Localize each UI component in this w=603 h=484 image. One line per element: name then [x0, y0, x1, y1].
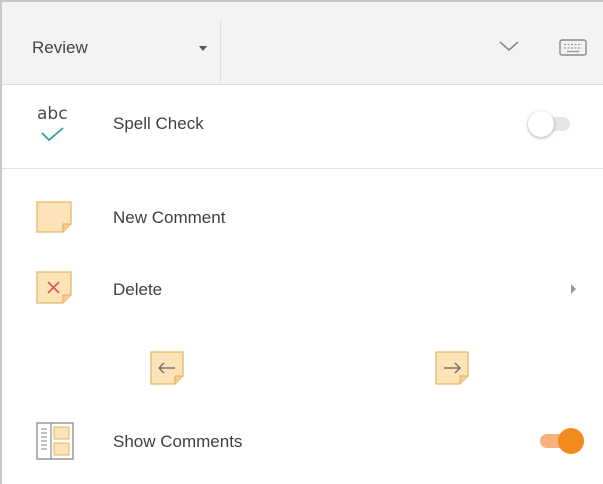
delete-comment-row[interactable]: Delete — [2, 260, 603, 316]
keyboard-icon — [559, 39, 587, 56]
previous-comment-icon — [150, 351, 184, 385]
new-comment-row[interactable]: New Comment — [2, 190, 603, 246]
spell-check-toggle[interactable] — [528, 111, 574, 137]
previous-comment-button[interactable] — [149, 350, 185, 386]
ribbon-header: Review — [2, 2, 603, 85]
chevron-down-icon — [499, 41, 519, 52]
next-comment-button[interactable] — [434, 350, 470, 386]
chevron-right-icon — [571, 284, 576, 294]
spell-check-icon: abc — [34, 104, 74, 148]
new-comment-icon — [34, 199, 74, 235]
review-panel: Review abc Spell Check New Comment Delet… — [0, 0, 603, 484]
ribbon-tab-label: Review — [32, 38, 88, 57]
show-comments-row[interactable]: Show Comments — [2, 412, 603, 472]
comments-pane-icon — [36, 422, 74, 460]
toggle-knob — [528, 111, 554, 137]
ribbon-tab-dropdown[interactable]: Review — [2, 2, 220, 84]
show-comments-label: Show Comments — [113, 432, 243, 451]
keyboard-button[interactable] — [556, 32, 590, 62]
new-comment-label: New Comment — [113, 208, 226, 227]
show-comments-toggle[interactable] — [540, 428, 586, 454]
caret-down-icon — [199, 46, 207, 51]
next-comment-icon — [435, 351, 469, 385]
collapse-ribbon-button[interactable] — [494, 32, 524, 62]
spell-check-label: Spell Check — [113, 114, 204, 133]
show-comments-icon — [34, 420, 78, 462]
sticky-note-delete-icon — [36, 271, 72, 304]
header-divider — [220, 20, 221, 82]
delete-comment-icon — [34, 268, 74, 306]
delete-label: Delete — [113, 280, 163, 299]
spell-check-row[interactable]: abc Spell Check — [2, 92, 603, 162]
section-divider — [2, 168, 603, 169]
toggle-knob — [558, 428, 584, 454]
sticky-note-icon — [36, 201, 72, 233]
checkmark-icon — [41, 127, 64, 142]
